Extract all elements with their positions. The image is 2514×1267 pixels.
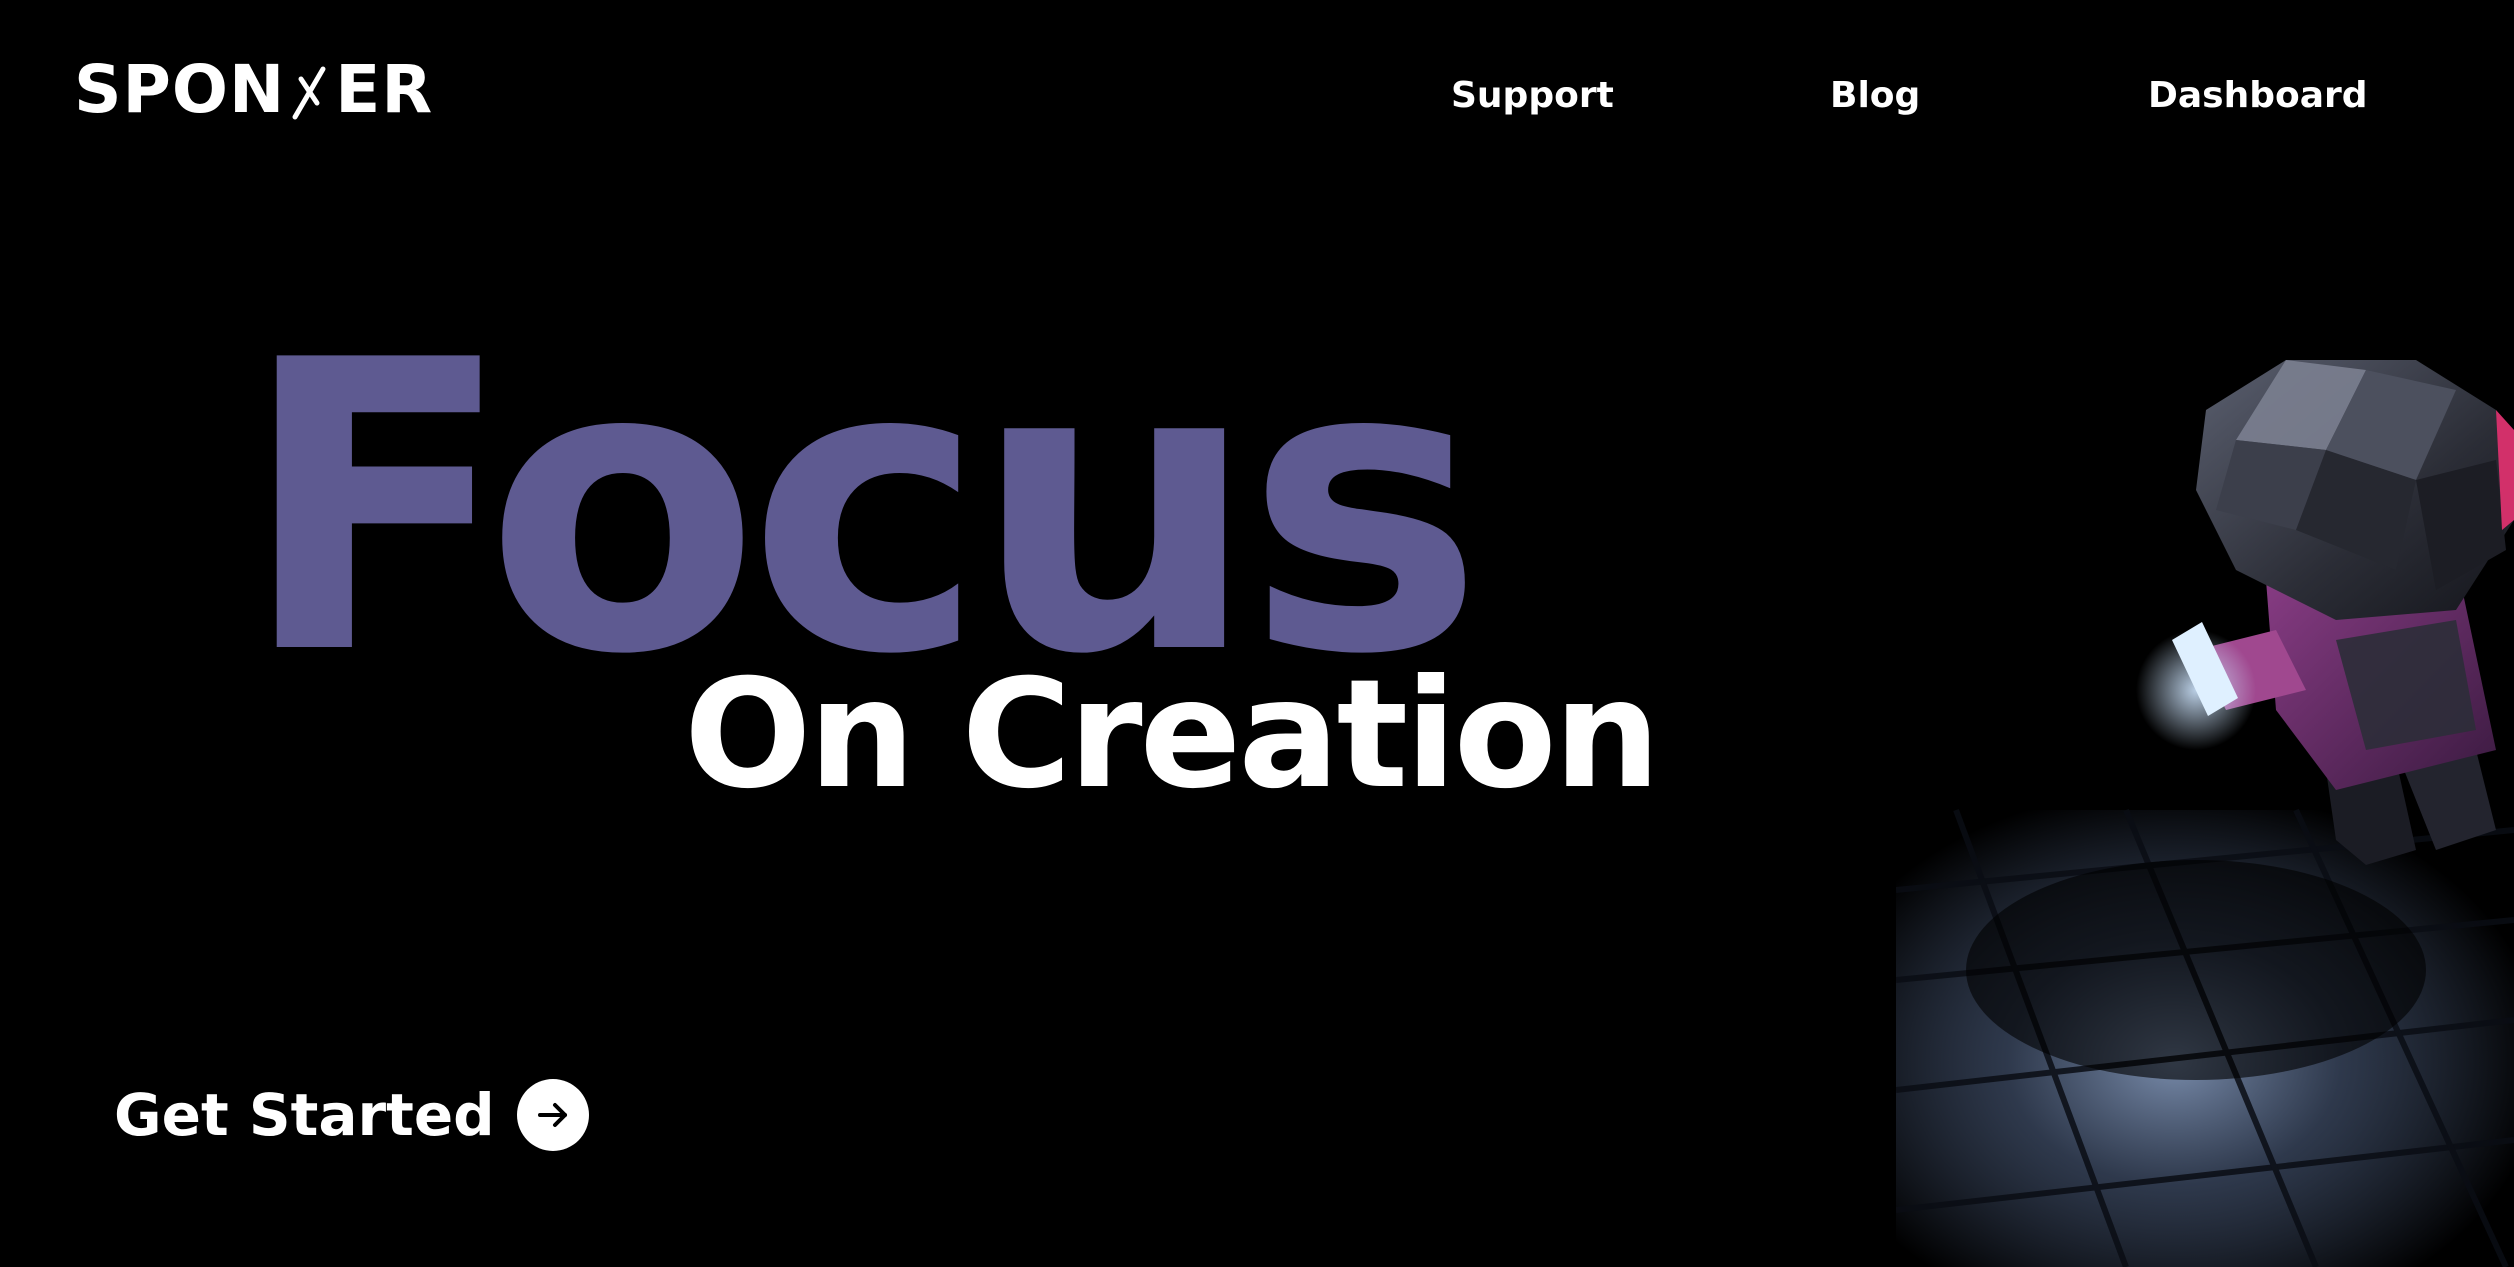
nav-link-blog[interactable]: Blog bbox=[1830, 72, 1920, 120]
arrow-right-icon bbox=[516, 1079, 589, 1151]
get-started-button[interactable]: Get Started bbox=[114, 1078, 589, 1152]
main-nav: Support Blog Dashboard bbox=[0, 72, 2514, 120]
nav-link-dashboard[interactable]: Dashboard bbox=[2148, 72, 2368, 120]
get-started-label: Get Started bbox=[114, 1081, 495, 1149]
nav-link-support[interactable]: Support bbox=[1451, 72, 1614, 120]
low-poly-figure-illustration bbox=[1896, 360, 2514, 1267]
hero-subtitle: On Creation bbox=[684, 648, 1660, 822]
